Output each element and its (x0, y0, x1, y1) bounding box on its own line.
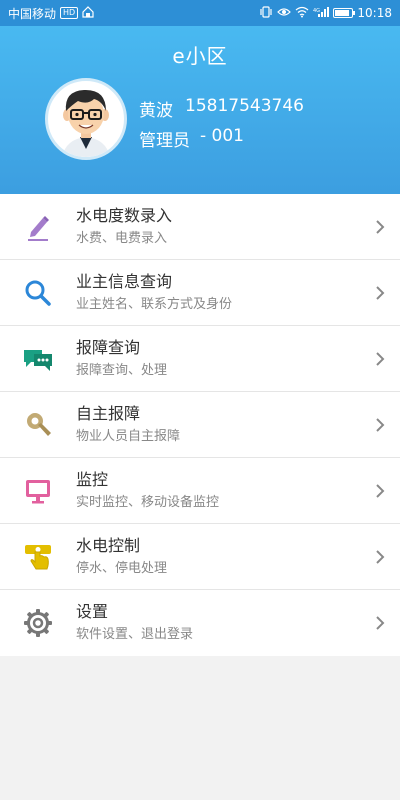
menu-subtitle: 停水、停电处理 (76, 560, 168, 576)
svg-text:4G: 4G (313, 8, 320, 14)
avatar[interactable] (45, 78, 127, 160)
chevron-right-icon (360, 590, 400, 656)
vibrate-icon (259, 5, 273, 21)
monitor-icon (0, 458, 76, 523)
menu-subtitle: 物业人员自主报障 (76, 428, 181, 444)
menu-subtitle: 报障查询、处理 (76, 362, 168, 378)
wrench-icon (0, 392, 76, 457)
menu-item-settings[interactable]: 设置 软件设置、退出登录 (0, 590, 400, 656)
notification-icon (82, 5, 94, 21)
signal-icon: 4G (313, 6, 330, 21)
chevron-right-icon (360, 260, 400, 325)
user-role-id: - 001 (200, 126, 244, 146)
menu-subtitle: 实时监控、移动设备监控 (76, 494, 220, 510)
hd-badge: HD (60, 7, 79, 19)
chevron-right-icon (360, 326, 400, 391)
menu-title: 业主信息查询 (76, 271, 173, 291)
user-name: 黄波 (139, 101, 173, 121)
menu-item-meter-entry[interactable]: 水电度数录入 水费、电费录入 (0, 194, 400, 260)
user-phone: 15817543746 (185, 96, 304, 116)
menu-title: 水电度数录入 (76, 205, 173, 225)
user-name-line: 黄波 15817543746 (139, 96, 304, 121)
menu-title: 报障查询 (76, 337, 141, 357)
status-left: 中国移动 HD (8, 5, 94, 22)
chevron-right-icon (360, 524, 400, 589)
profile-header: e小区 黄波 15817543746 管理员 - 001 (0, 26, 400, 194)
status-bar: 中国移动 HD 4G 10:18 (0, 0, 400, 26)
menu-title: 自主报障 (76, 403, 141, 423)
eye-icon (277, 6, 292, 21)
hand-switch-icon (0, 524, 76, 589)
menu-text: 水电度数录入 水费、电费录入 (76, 205, 360, 249)
gear-icon (0, 590, 76, 656)
menu-title: 监控 (76, 469, 109, 489)
menu-text: 自主报障 物业人员自主报障 (76, 403, 360, 447)
chevron-right-icon (360, 392, 400, 457)
battery-icon (333, 8, 356, 18)
menu-item-self-report[interactable]: 自主报障 物业人员自主报障 (0, 392, 400, 458)
chevron-right-icon (360, 194, 400, 259)
menu-item-owner-query[interactable]: 业主信息查询 业主姓名、联系方式及身份 (0, 260, 400, 326)
menu-item-monitor[interactable]: 监控 实时监控、移动设备监控 (0, 458, 400, 524)
menu-item-utility-control[interactable]: 水电控制 停水、停电处理 (0, 524, 400, 590)
menu-subtitle: 软件设置、退出登录 (76, 627, 194, 642)
user-role-line: 管理员 - 001 (139, 126, 244, 151)
menu-text: 设置 软件设置、退出登录 (76, 601, 360, 645)
search-icon (0, 260, 76, 325)
menu-text: 水电控制 停水、停电处理 (76, 535, 360, 579)
menu-title: 水电控制 (76, 535, 141, 555)
menu-text: 报障查询 报障查询、处理 (76, 337, 360, 381)
carrier-label: 中国移动 (8, 6, 57, 21)
menu-item-fault-query[interactable]: 报障查询 报障查询、处理 (0, 326, 400, 392)
chat-icon (0, 326, 76, 391)
user-role: 管理员 (139, 131, 190, 151)
status-right: 4G 10:18 (259, 5, 392, 21)
menu-subtitle: 业主姓名、联系方式及身份 (76, 296, 233, 312)
time-label: 10:18 (357, 6, 392, 20)
app-title: e小区 (172, 44, 228, 68)
menu-text: 业主信息查询 业主姓名、联系方式及身份 (76, 271, 360, 315)
pencil-icon (0, 194, 76, 259)
battery-fill (335, 10, 350, 16)
menu-text: 监控 实时监控、移动设备监控 (76, 469, 360, 513)
menu-list: 水电度数录入 水费、电费录入 业主信息查询 业主姓名、联系方式及身份 报障查询 … (0, 194, 400, 656)
menu-subtitle: 水费、电费录入 (76, 230, 168, 246)
wifi-icon (295, 6, 309, 21)
chevron-right-icon (360, 458, 400, 523)
menu-title: 设置 (76, 602, 109, 621)
avatar-cartoon-icon (62, 89, 110, 157)
